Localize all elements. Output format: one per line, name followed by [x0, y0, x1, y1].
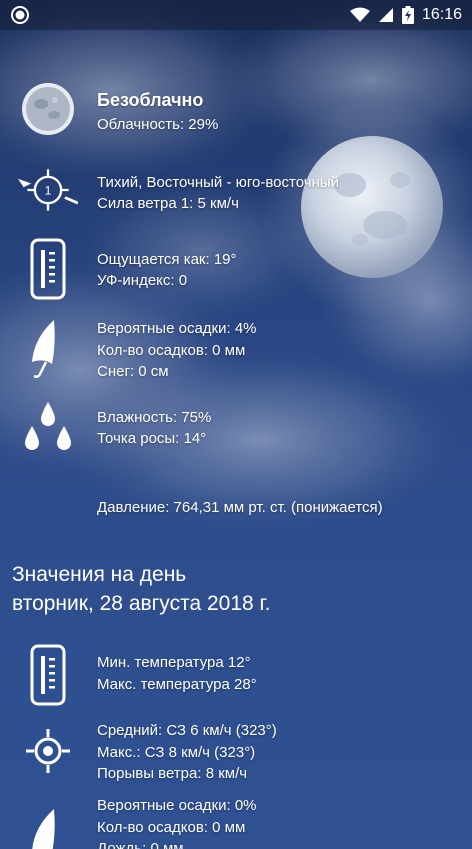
signal-icon: [378, 8, 393, 22]
compass-icon: [26, 729, 70, 773]
moon-icon: [22, 83, 74, 135]
precip-amount-text: Кол-во осадков: 0 мм: [97, 341, 246, 359]
dew-point-text: Точка росы: 14°: [97, 430, 207, 447]
cloudiness-text: Облачность: 29%: [97, 116, 219, 133]
precip-probability-text: Вероятные осадки: 4%: [97, 320, 257, 337]
daily-date: вторник, 28 августа 2018 г.: [12, 592, 271, 615]
battery-charging-icon: [401, 6, 414, 24]
wind-avg-text: Средний: СЗ 6 км/ч (323°): [97, 722, 277, 739]
wind-beaufort-badge: 1: [45, 184, 52, 198]
humidity-text: Влажность: 75%: [97, 409, 212, 426]
uv-index-text: УФ-индекс: 0: [97, 272, 188, 289]
wifi-icon: [349, 7, 370, 22]
water-drops-icon: [25, 402, 71, 450]
daily-wind-row: Средний: СЗ 6 км/ч (323°) Макс.: СЗ 8 км…: [0, 720, 472, 786]
daily-precipitation-row: Вероятные осадки: 0% Кол-во осадков: 0 м…: [0, 795, 472, 849]
daily-heading: Значения на день: [12, 563, 187, 586]
humidity-row: Влажность: 75% Точка росы: 14°: [0, 400, 472, 454]
wind-direction-text: Тихий, Восточный - юго-восточный: [97, 174, 339, 191]
daily-rain-text: Дождь: 0 мм: [97, 840, 184, 849]
wind-force-text: Сила ветра 1: 5 км/ч: [97, 195, 239, 212]
feels-like-text: Ощущается как: 19°: [97, 251, 237, 268]
thermometer-icon: [30, 644, 66, 706]
umbrella-icon: [32, 320, 55, 378]
max-temp-text: Макс. температура 28°: [97, 676, 257, 693]
status-time: 16:16: [421, 6, 462, 23]
wind-gusts-text: Порывы ветра: 8 км/ч: [97, 765, 248, 782]
daily-precip-probability-text: Вероятные осадки: 0%: [97, 797, 257, 814]
snow-text: Снег: 0 см: [97, 363, 169, 380]
daily-temperature-row: Мин. температура 12° Макс. температура 2…: [0, 644, 472, 706]
wind-row: 1 Тихий, Восточный - юго-восточный Сила …: [0, 165, 472, 215]
pressure-text: Давление: 764,31 мм рт. ст. (понижается): [97, 499, 383, 516]
min-temp-text: Мин. температура 12°: [97, 654, 251, 671]
condition-title: Безоблачно: [97, 90, 204, 110]
condition-row: Безоблачно Облачность: 29%: [0, 82, 472, 140]
wind-direction-icon: 1: [18, 169, 78, 211]
daily-precip-amount-text: Кол-во осадков: 0 мм: [97, 818, 246, 836]
precipitation-row: Вероятные осадки: 4% Кол-во осадков: 0 м…: [0, 318, 472, 384]
umbrella-icon: [32, 809, 55, 849]
record-icon: [11, 6, 29, 24]
status-bar: 16:16: [0, 0, 472, 30]
feels-like-row: Ощущается как: 19° УФ-индекс: 0: [0, 238, 472, 302]
wind-max-text: Макс.: СЗ 8 км/ч (323°): [97, 743, 256, 761]
thermometer-icon: [30, 238, 66, 300]
